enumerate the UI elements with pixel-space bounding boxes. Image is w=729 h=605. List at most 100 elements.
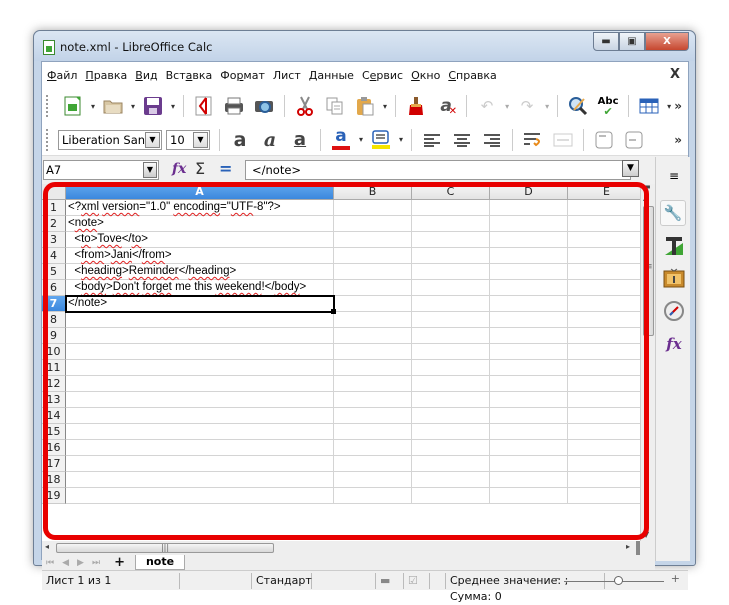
column-header-e[interactable]: E (568, 184, 646, 200)
cell-e19[interactable] (568, 488, 646, 504)
row-header-2[interactable]: 2 (42, 216, 66, 232)
find-replace-icon[interactable] (567, 95, 589, 117)
row-header-1[interactable]: 1 (42, 200, 66, 216)
font-size-combo[interactable]: 10 ▼ (166, 129, 210, 150)
cell-b15[interactable] (334, 424, 412, 440)
maximize-button[interactable]: ▣ (619, 32, 645, 51)
row-header-6[interactable]: 6 (42, 280, 66, 296)
cell-a4[interactable]: <from>Jani</from> (66, 248, 334, 264)
first-sheet-icon[interactable]: ⏮ (46, 558, 54, 568)
cell-b10[interactable] (334, 344, 412, 360)
cell-a3[interactable]: <to>Tove</to> (66, 232, 334, 248)
cell-d4[interactable] (490, 248, 568, 264)
cell-e4[interactable] (568, 248, 646, 264)
save-dropdown-arrow[interactable]: ▾ (171, 102, 175, 111)
menu-0[interactable]: Файл (47, 69, 77, 82)
row-header-10[interactable]: 10 (42, 344, 66, 360)
insert-mode-icon[interactable]: ▬ (376, 572, 404, 589)
export-pdf-icon[interactable] (193, 95, 215, 117)
cut-icon[interactable] (294, 95, 316, 117)
underline-icon[interactable]: a (289, 129, 311, 151)
zoom-in-button[interactable]: + (671, 572, 680, 585)
cell-c2[interactable] (412, 216, 490, 232)
cell-a14[interactable] (66, 408, 334, 424)
font-color-icon[interactable]: a (330, 126, 352, 151)
cell-a18[interactable] (66, 472, 334, 488)
cell-c17[interactable] (412, 456, 490, 472)
cell-a13[interactable] (66, 392, 334, 408)
scroll-up-arrow[interactable]: ▲ (643, 193, 649, 202)
undo-dropdown-arrow[interactable]: ▾ (505, 102, 509, 111)
cell-b11[interactable] (334, 360, 412, 376)
toolbar-grip[interactable] (46, 128, 50, 151)
cell-e1[interactable] (568, 200, 646, 216)
undo-icon[interactable]: ↶ (476, 95, 498, 117)
italic-icon[interactable]: a (259, 129, 281, 151)
scroll-left-arrow[interactable]: ◂ (45, 542, 49, 551)
row-header-8[interactable]: 8 (42, 312, 66, 328)
cell-e16[interactable] (568, 440, 646, 456)
cell-d9[interactable] (490, 328, 568, 344)
cell-b4[interactable] (334, 248, 412, 264)
column-header-c[interactable]: C (412, 184, 490, 200)
page-style-status[interactable]: Стандарт (252, 572, 312, 589)
zoom-slider[interactable]: − + (550, 572, 680, 588)
cell-c10[interactable] (412, 344, 490, 360)
cell-e5[interactable] (568, 264, 646, 280)
cell-b6[interactable] (334, 280, 412, 296)
cell-a1[interactable]: <?xml version="1.0" encoding="UTF-8"?> (66, 200, 334, 216)
cell-c4[interactable] (412, 248, 490, 264)
cell-d14[interactable] (490, 408, 568, 424)
standard-toolbar-more[interactable]: » (674, 99, 682, 113)
menu-1[interactable]: Правка (85, 69, 127, 82)
cell-c13[interactable] (412, 392, 490, 408)
formula-equals-icon[interactable]: = (219, 159, 232, 178)
cell-c5[interactable] (412, 264, 490, 280)
cell-c15[interactable] (412, 424, 490, 440)
print-preview-icon[interactable] (253, 95, 275, 117)
cell-a6[interactable]: <body>Don't forget me this weekend!</bod… (66, 280, 334, 296)
cell-a11[interactable] (66, 360, 334, 376)
row-header-13[interactable]: 13 (42, 392, 66, 408)
zoom-out-button[interactable]: − (552, 572, 561, 585)
cell-c11[interactable] (412, 360, 490, 376)
cell-b19[interactable] (334, 488, 412, 504)
cell-b13[interactable] (334, 392, 412, 408)
cell-d16[interactable] (490, 440, 568, 456)
cell-b5[interactable] (334, 264, 412, 280)
functions-icon[interactable]: fx (663, 333, 685, 355)
menu-6[interactable]: Данные (309, 69, 354, 82)
cell-d11[interactable] (490, 360, 568, 376)
cell-c16[interactable] (412, 440, 490, 456)
row-header-16[interactable]: 16 (42, 440, 66, 456)
column-header-d[interactable]: D (490, 184, 568, 200)
cell-c14[interactable] (412, 408, 490, 424)
prev-sheet-icon[interactable]: ◀ (62, 558, 69, 568)
column-header-a[interactable]: A (66, 184, 334, 200)
name-box-dropdown-icon[interactable]: ▼ (143, 162, 157, 178)
insert-table-icon[interactable] (638, 95, 660, 117)
row-header-12[interactable]: 12 (42, 376, 66, 392)
align-center-icon[interactable] (451, 129, 473, 151)
cell-d8[interactable] (490, 312, 568, 328)
cell-a15[interactable] (66, 424, 334, 440)
cell-b8[interactable] (334, 312, 412, 328)
cell-d7[interactable] (490, 296, 568, 312)
row-header-18[interactable]: 18 (42, 472, 66, 488)
highlight-color-icon[interactable] (370, 129, 392, 151)
menu-4[interactable]: Формат (220, 69, 265, 82)
row-header-19[interactable]: 19 (42, 488, 66, 504)
cell-c3[interactable] (412, 232, 490, 248)
cell-e6[interactable] (568, 280, 646, 296)
cell-d12[interactable] (490, 376, 568, 392)
cell-d15[interactable] (490, 424, 568, 440)
cell-d19[interactable] (490, 488, 568, 504)
row-header-5[interactable]: 5 (42, 264, 66, 280)
row-header-11[interactable]: 11 (42, 360, 66, 376)
row-header-14[interactable]: 14 (42, 408, 66, 424)
menu-9[interactable]: Справка (448, 69, 496, 82)
styles-icon[interactable] (663, 235, 685, 257)
row-header-7[interactable]: 7 (42, 296, 66, 312)
cell-c19[interactable] (412, 488, 490, 504)
close-window-button[interactable]: X (645, 32, 689, 51)
